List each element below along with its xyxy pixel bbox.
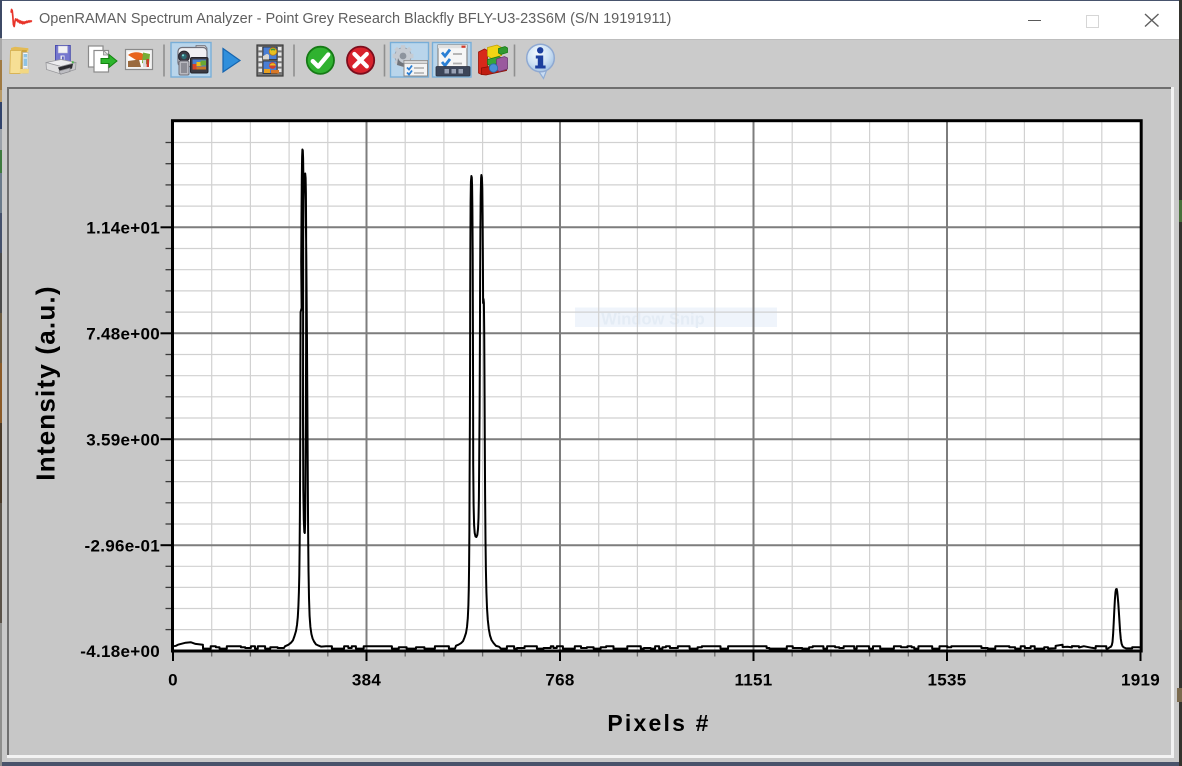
svg-text:1.14e+01: 1.14e+01 — [86, 219, 160, 238]
svg-text:768: 768 — [545, 671, 574, 690]
svg-text:Window Snip: Window Snip — [601, 311, 704, 329]
svg-text:7.48e+00: 7.48e+00 — [86, 325, 160, 344]
svg-text:-2.96e-01: -2.96e-01 — [85, 536, 160, 555]
svg-text:0: 0 — [168, 671, 178, 690]
svg-text:384: 384 — [352, 671, 382, 690]
svg-text:Pixels #: Pixels # — [607, 710, 710, 736]
svg-text:1151: 1151 — [734, 671, 772, 690]
svg-text:Intensity (a.u.): Intensity (a.u.) — [31, 285, 61, 480]
svg-text:-4.18e+00: -4.18e+00 — [80, 642, 160, 661]
svg-text:3.59e+00: 3.59e+00 — [86, 430, 160, 449]
svg-text:1919: 1919 — [1121, 671, 1160, 690]
svg-text:1535: 1535 — [927, 671, 966, 690]
